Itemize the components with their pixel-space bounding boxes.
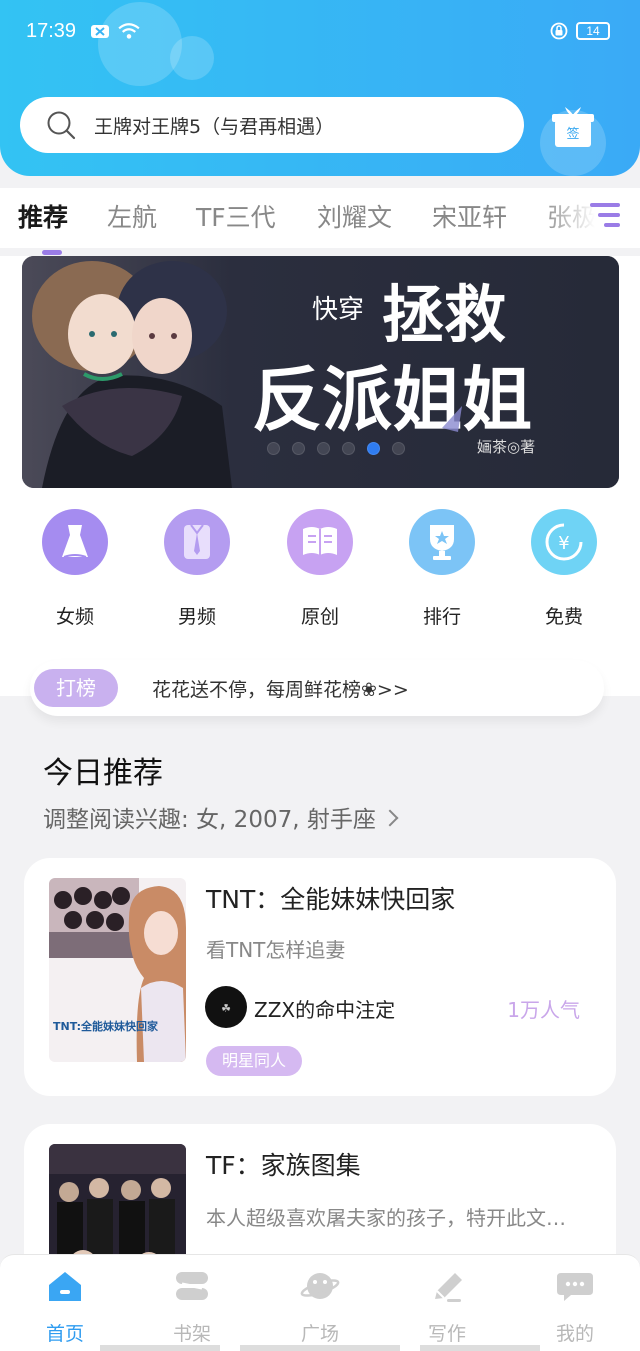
tabs-menu-icon[interactable] [590, 200, 620, 230]
search-bar[interactable]: 王牌对王牌5（与君再相遇） [20, 97, 524, 153]
bookshelf-icon [172, 1269, 212, 1303]
category-label: 排行 [422, 606, 461, 628]
banner-dot[interactable] [317, 442, 330, 455]
battery-indicator: 14 [576, 22, 610, 40]
status-time: 17:39 [26, 20, 77, 42]
reading-interest-text: 调整阅读兴趣: 女, 2007, 射手座 [43, 807, 376, 833]
popularity-count: 1万人气 [507, 998, 580, 1022]
nav-mine[interactable]: 我的 [530, 1269, 620, 1346]
tab-tf-third-gen[interactable]: TF三代 [196, 198, 276, 234]
search-query: 王牌对王牌5（与君再相遇） [94, 116, 335, 138]
banner-dot[interactable] [392, 442, 405, 455]
gesture-bar [100, 1345, 220, 1351]
nav-plaza[interactable]: 广场 [275, 1269, 365, 1346]
book-description: 看TNT怎样追妻 [206, 938, 346, 962]
notification-icon [91, 25, 109, 38]
banner-title-bottom: 反派姐姐 [252, 358, 532, 441]
shirt-icon [164, 509, 230, 575]
category-label: 女频 [55, 606, 94, 628]
pen-icon [427, 1269, 467, 1303]
yuan-icon: ¥ [531, 509, 597, 575]
banner-dot-active[interactable] [367, 442, 380, 455]
section-title: 今日推荐 [43, 756, 163, 791]
nav-label: 广场 [300, 1323, 339, 1345]
chat-icon [555, 1269, 595, 1303]
chevron-right-icon [381, 809, 399, 827]
sign-in-button[interactable]: 签 [550, 103, 596, 149]
category-male[interactable]: 男频 [157, 509, 237, 629]
book-title: TNT：全能妹妹快回家 [206, 885, 456, 914]
nav-label: 首页 [45, 1323, 84, 1345]
banner-dot[interactable] [342, 442, 355, 455]
category-label: 免费 [544, 606, 583, 628]
rank-notice[interactable]: 打榜 花花送不停，每周鲜花榜❀>> [30, 660, 604, 716]
lock-icon [550, 22, 568, 40]
wifi-icon [118, 23, 140, 39]
nav-label: 书架 [172, 1323, 211, 1345]
book-title: TF：家族图集 [206, 1151, 361, 1180]
author-name[interactable]: ZZX的命中注定 [254, 994, 395, 1023]
nav-home[interactable]: 首页 [20, 1269, 110, 1346]
nav-write[interactable]: 写作 [402, 1269, 492, 1346]
banner-author: 婳茶◎著 [477, 438, 535, 456]
app-header: 17:39 14 王牌对王牌5（与君再相遇） 签 [0, 0, 640, 176]
home-icon [45, 1269, 85, 1303]
active-tab-indicator [42, 250, 62, 255]
status-bar: 17:39 14 [0, 18, 640, 48]
book-cover: TNT:全能妹妹快回家 [49, 878, 186, 1062]
promo-banner[interactable]: 快穿 拯救 反派姐姐 婳茶◎著 [22, 256, 619, 488]
reading-interest-link[interactable]: 调整阅读兴趣: 女, 2007, 射手座 [43, 800, 399, 834]
notice-text: 花花送不停，每周鲜花榜❀>> [152, 679, 409, 701]
dress-icon [42, 509, 108, 575]
book-card[interactable]: TNT:全能妹妹快回家 TNT：全能妹妹快回家 看TNT怎样追妻 ☘ ZZX的命… [24, 858, 616, 1096]
banner-small-title: 快穿 [312, 295, 364, 325]
category-original[interactable]: 原创 [280, 509, 360, 629]
category-female[interactable]: 女频 [35, 509, 115, 629]
category-free[interactable]: ¥ 免费 [524, 509, 604, 629]
banner-title-top: 拯救 [382, 278, 506, 351]
planet-icon [300, 1269, 340, 1303]
svg-text:☘: ☘ [221, 1002, 231, 1015]
tab-zuohang[interactable]: 左航 [107, 198, 157, 234]
book-description: 本人超级喜欢屠夫家的孩子，特开此文… [206, 1206, 566, 1230]
nav-bookshelf[interactable]: 书架 [147, 1269, 237, 1346]
category-label: 原创 [300, 606, 339, 628]
nav-label: 写作 [427, 1323, 466, 1345]
tab-liu-yaowen[interactable]: 刘耀文 [317, 198, 392, 234]
avatar: ☘ [205, 986, 247, 1028]
nav-label: 我的 [555, 1323, 594, 1345]
gesture-bar [240, 1345, 400, 1351]
category-label: 男频 [177, 606, 216, 628]
svg-text:¥: ¥ [558, 533, 569, 554]
bottom-navigation: 首页 书架 广场 写作 我的 [0, 1254, 640, 1351]
book-icon [287, 509, 353, 575]
sign-in-label: 签 [566, 127, 580, 142]
notice-tag: 打榜 [34, 669, 118, 707]
banner-dot[interactable] [292, 442, 305, 455]
gesture-bar [420, 1345, 540, 1351]
trophy-icon [409, 509, 475, 575]
search-icon [47, 111, 76, 140]
genre-tag[interactable]: 明星同人 [206, 1046, 303, 1076]
tab-recommend[interactable]: 推荐 [18, 198, 68, 234]
svg-text:TNT:全能妹妹快回家: TNT:全能妹妹快回家 [53, 1019, 159, 1033]
category-ranking[interactable]: 排行 [402, 509, 482, 629]
tab-song-yaxuan[interactable]: 宋亚轩 [432, 198, 507, 234]
category-tabs: 推荐 左航 TF三代 刘耀文 宋亚轩 张极 [0, 188, 640, 248]
banner-dot[interactable] [267, 442, 280, 455]
